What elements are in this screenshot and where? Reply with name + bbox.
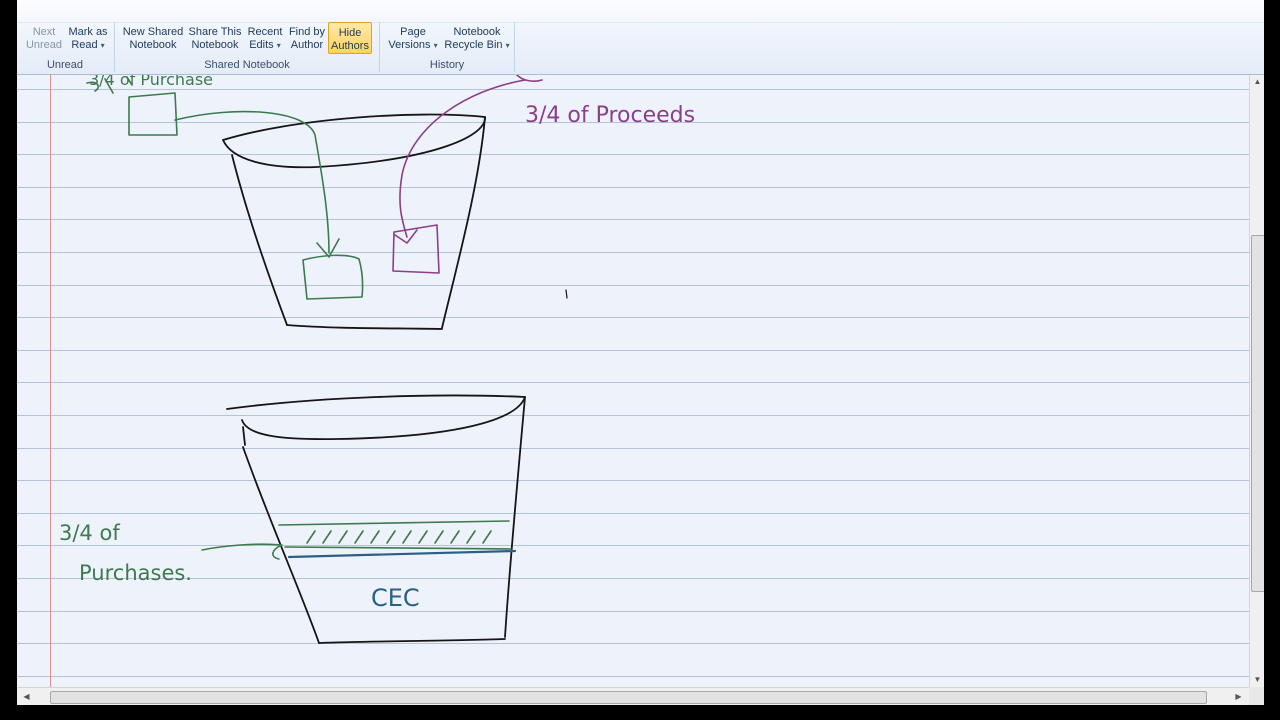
bottom-bucket-bottom xyxy=(318,638,506,644)
find-by-author-button[interactable]: Find by Author xyxy=(286,26,328,56)
band-hatch xyxy=(306,530,492,544)
group-label-history: History xyxy=(429,59,465,71)
proceeds-label: 3/4 of Proceeds xyxy=(525,103,695,128)
ribbon: Next Unread Mark as Read ▾ Unread New Sh… xyxy=(17,0,1264,75)
new-shared-notebook-label-1: New Shared xyxy=(122,26,184,38)
new-shared-notebook-label-2: Notebook xyxy=(129,39,177,51)
group-divider xyxy=(379,22,380,72)
purple-arrow xyxy=(399,79,526,238)
notebook-recycle-bin-label-1: Notebook xyxy=(453,26,501,38)
notebook-recycle-bin-label-2: Recycle Bin xyxy=(444,39,503,51)
group-divider xyxy=(114,22,115,72)
horizontal-scrollbar[interactable]: ◀ ▶ xyxy=(17,687,1264,705)
bottom-bucket-right-side xyxy=(504,396,526,638)
onenote-window: Next Unread Mark as Read ▾ Unread New Sh… xyxy=(17,0,1264,705)
new-shared-notebook-button[interactable]: New Shared Notebook xyxy=(120,26,186,56)
purchases-arrow xyxy=(201,543,283,560)
chevron-down-icon: ▾ xyxy=(276,41,281,50)
green-box-source xyxy=(128,92,178,136)
ribbon-group-shared-notebook: New Shared Notebook Share This Notebook … xyxy=(116,0,378,74)
ink-tick xyxy=(565,289,568,299)
hide-authors-label-2: Authors xyxy=(331,40,369,52)
scroll-down-icon[interactable]: ▼ xyxy=(1250,673,1264,687)
purple-transfer xyxy=(392,75,543,274)
scrollbar-corner xyxy=(1249,687,1264,705)
cec-label: CEC xyxy=(371,584,420,612)
notebook-recycle-bin-button[interactable]: Notebook Recycle Bin ▾ xyxy=(443,26,511,56)
share-this-notebook-label-2: Notebook xyxy=(191,39,239,51)
note-page[interactable]: 3/4 of Proceeds 3/4 of Purchase 3/4 of P… xyxy=(17,75,1249,687)
green-box-target xyxy=(302,254,364,300)
scroll-right-icon[interactable]: ▶ xyxy=(1231,690,1246,704)
top-bucket-left-side xyxy=(231,154,288,326)
purchases-label-line2: Purchases. xyxy=(79,561,192,585)
mark-as-read-button[interactable]: Mark as Read ▾ xyxy=(65,26,111,56)
group-label-unread: Unread xyxy=(46,59,84,71)
page-versions-label-2: Versions xyxy=(388,39,431,51)
band-bottom-line xyxy=(284,546,512,550)
find-by-author-label-1: Find by xyxy=(288,26,326,38)
page-versions-button[interactable]: Page Versions ▾ xyxy=(383,26,443,56)
purchase-label-top: 3/4 of Purchase xyxy=(89,75,213,89)
recent-edits-button[interactable]: Recent Edits ▾ xyxy=(244,26,286,56)
chevron-down-icon: ▾ xyxy=(505,41,510,50)
find-by-author-label-2: Author xyxy=(290,39,324,51)
chevron-down-icon: ▾ xyxy=(100,41,105,50)
mark-as-read-label-1: Mark as xyxy=(68,26,108,38)
top-green-transfer xyxy=(86,76,364,300)
handwritten-ink: 3/4 of Proceeds 3/4 of Purchase 3/4 of P… xyxy=(59,75,695,644)
top-bucket-rim xyxy=(222,113,486,169)
share-this-notebook-button[interactable]: Share This Notebook xyxy=(186,26,244,56)
vertical-scroll-thumb[interactable] xyxy=(1251,235,1264,592)
next-unread-label-2: Unread xyxy=(25,39,63,51)
bottom-bucket-rim xyxy=(226,394,526,441)
recent-edits-label-2: Edits xyxy=(249,39,274,51)
band-top-line xyxy=(278,520,510,526)
scroll-up-icon[interactable]: ▲ xyxy=(1250,75,1264,89)
scroll-left-icon[interactable]: ◀ xyxy=(19,690,34,704)
ribbon-group-history: Page Versions ▾ Notebook Recycle Bin ▾ H… xyxy=(381,0,513,74)
hide-authors-button[interactable]: Hide Authors xyxy=(328,22,372,54)
blue-line xyxy=(287,549,517,559)
page-versions-label-1: Page xyxy=(400,26,426,38)
next-unread-button[interactable]: Next Unread xyxy=(21,26,67,56)
hide-authors-label-1: Hide xyxy=(338,27,362,39)
top-bucket-bottom xyxy=(286,324,443,330)
mark-as-read-label-2: Read xyxy=(71,39,98,51)
group-label-shared-notebook: Shared Notebook xyxy=(204,59,290,71)
recent-edits-label-1: Recent xyxy=(247,26,283,38)
vertical-scrollbar[interactable]: ▲ ▼ xyxy=(1249,75,1264,687)
ribbon-group-unread: Next Unread Mark as Read ▾ Unread xyxy=(17,0,113,74)
next-unread-label-1: Next xyxy=(32,26,56,38)
bottom-blue-line xyxy=(287,549,517,559)
chevron-down-icon: ▾ xyxy=(433,41,438,50)
bottom-bucket-rim-tick xyxy=(242,426,246,446)
share-this-notebook-label-1: Share This xyxy=(188,26,242,38)
horizontal-scroll-thumb[interactable] xyxy=(50,691,1207,704)
purchases-label-line1: 3/4 of xyxy=(59,521,120,545)
group-divider xyxy=(514,22,515,72)
top-bucket-right-side xyxy=(441,116,486,329)
